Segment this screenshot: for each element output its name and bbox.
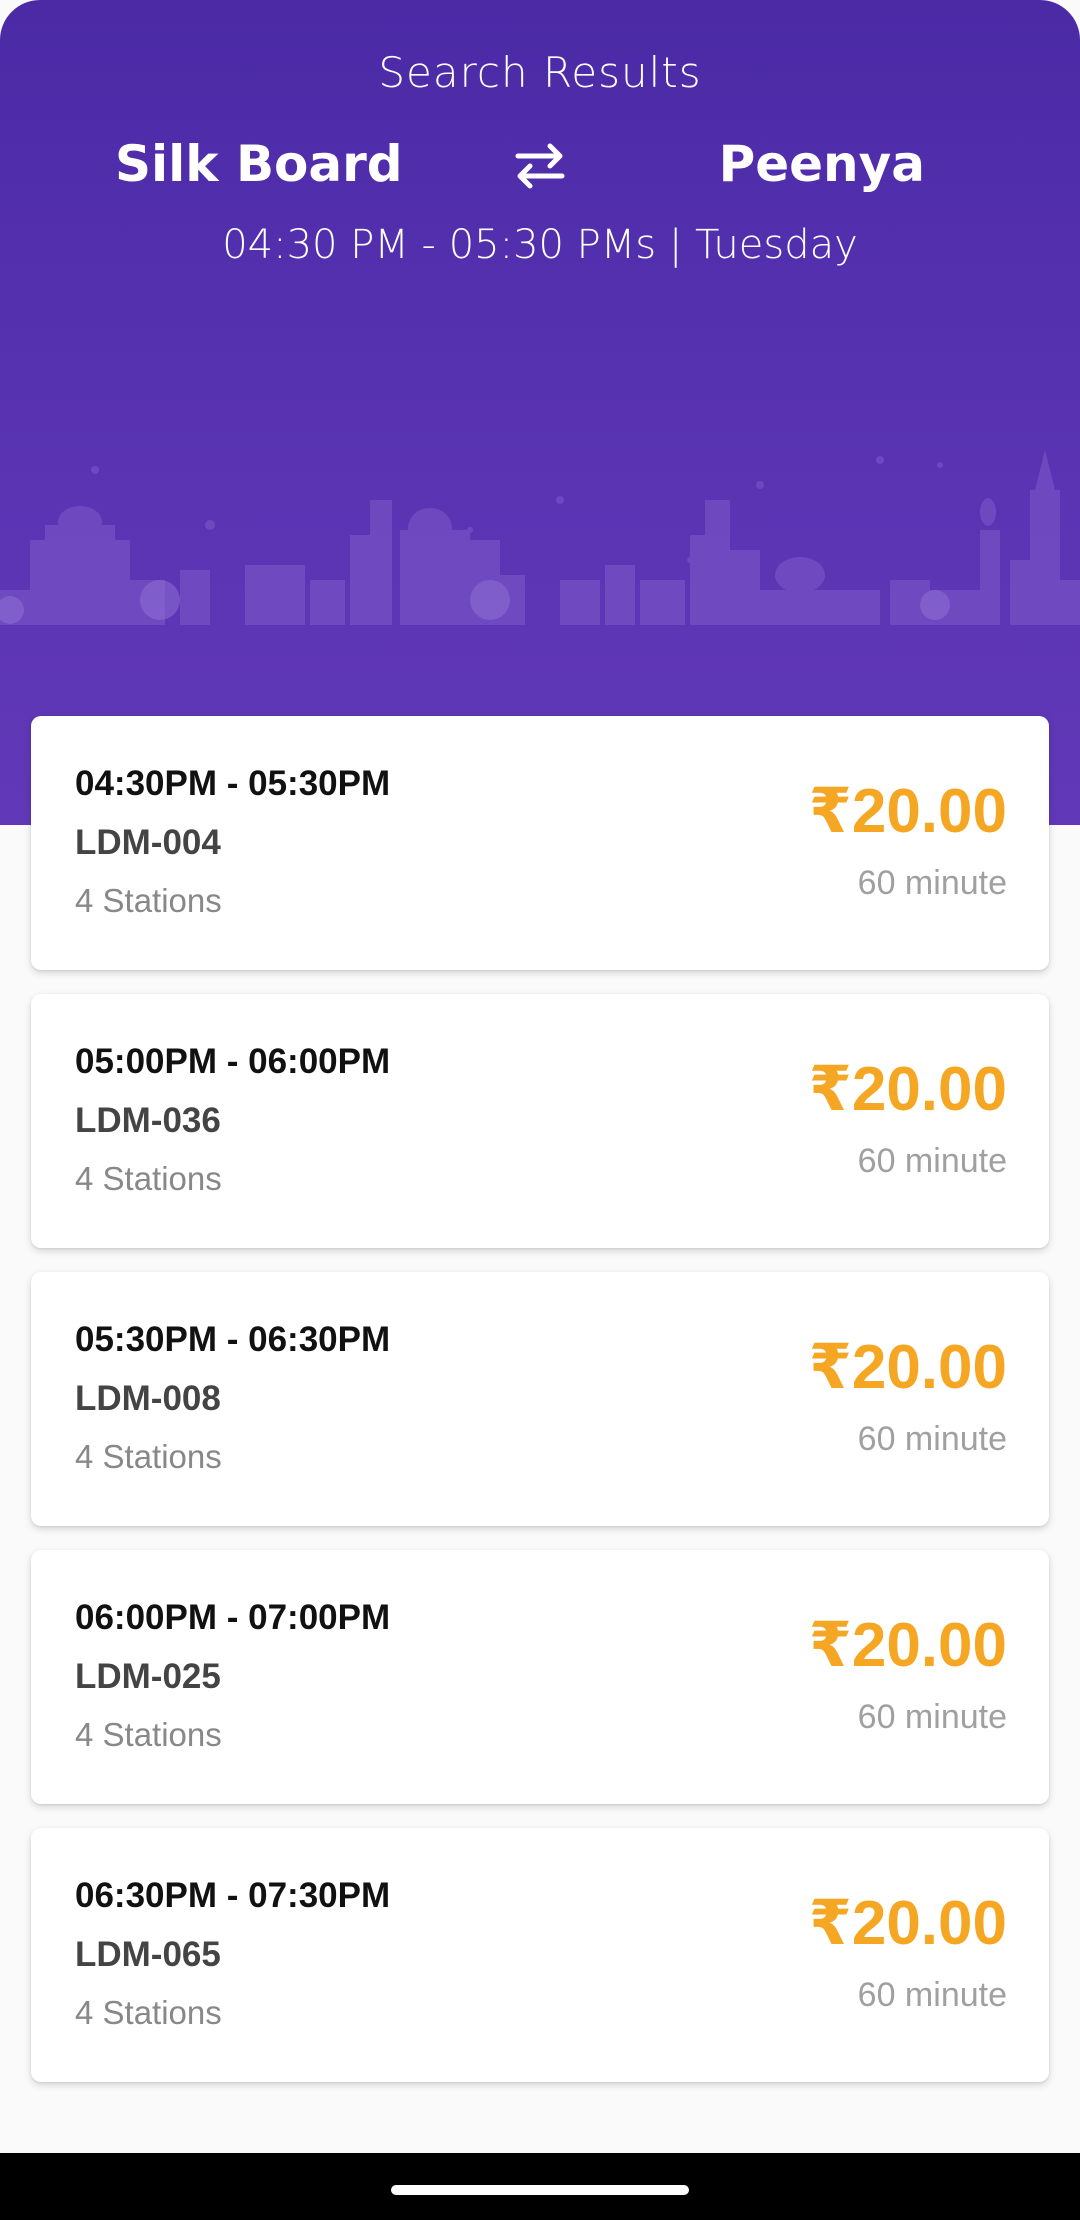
trip-duration: 60 minute — [857, 1420, 1007, 1458]
trip-duration: 60 minute — [857, 864, 1007, 902]
station-count: 4 Stations — [75, 1994, 222, 2031]
route-code: LDM-008 — [75, 1379, 221, 1418]
trip-time: 04:30PM - 05:30PM — [75, 764, 391, 803]
fare-price: ₹20.00 — [808, 1333, 1007, 1402]
trip-time: 06:30PM - 07:30PM — [75, 1876, 391, 1915]
result-card[interactable]: 05:00PM - 06:00PM LDM-036 4 Stations ₹20… — [31, 994, 1049, 1248]
destination-station: Peenya — [718, 135, 925, 193]
result-card[interactable]: 06:30PM - 07:30PM LDM-065 4 Stations ₹20… — [31, 1828, 1049, 2082]
search-header: Search Results Silk Board Peenya 04:30 P… — [0, 0, 1080, 825]
station-count: 4 Stations — [75, 1716, 222, 1753]
trip-time: 06:00PM - 07:00PM — [75, 1598, 391, 1637]
swap-arrows-icon[interactable] — [510, 140, 570, 190]
trip-duration: 60 minute — [857, 1142, 1007, 1180]
route-code: LDM-036 — [75, 1101, 221, 1140]
station-count: 4 Stations — [75, 1160, 222, 1197]
system-navigation-bar — [0, 2153, 1080, 2220]
result-card[interactable]: 06:00PM - 07:00PM LDM-025 4 Stations ₹20… — [31, 1550, 1049, 1804]
route-code: LDM-065 — [75, 1935, 221, 1974]
station-count: 4 Stations — [75, 1438, 222, 1475]
trip-duration: 60 minute — [857, 1976, 1007, 2014]
station-count: 4 Stations — [75, 882, 222, 919]
fare-price: ₹20.00 — [808, 777, 1007, 846]
route-row: Silk Board Peenya — [0, 135, 1080, 205]
trip-time: 05:30PM - 06:30PM — [75, 1320, 391, 1359]
result-card[interactable]: 05:30PM - 06:30PM LDM-008 4 Stations ₹20… — [31, 1272, 1049, 1526]
route-code: LDM-004 — [75, 823, 221, 862]
trip-time: 05:00PM - 06:00PM — [75, 1042, 391, 1081]
screen: Search Results Silk Board Peenya 04:30 P… — [0, 0, 1080, 2220]
trip-duration: 60 minute — [857, 1698, 1007, 1736]
time-range: 04:30 PM - 05:30 PMs | Tuesday — [222, 222, 858, 268]
fare-price: ₹20.00 — [808, 1611, 1007, 1680]
page-title: Search Results — [378, 48, 702, 97]
fare-price: ₹20.00 — [808, 1889, 1007, 1958]
fare-price: ₹20.00 — [808, 1055, 1007, 1124]
home-indicator[interactable] — [391, 2185, 689, 2195]
city-skyline-illustration — [0, 450, 1080, 625]
result-card[interactable]: 04:30PM - 05:30PM LDM-004 4 Stations ₹20… — [31, 716, 1049, 970]
route-code: LDM-025 — [75, 1657, 221, 1696]
origin-station: Silk Board — [115, 135, 403, 193]
